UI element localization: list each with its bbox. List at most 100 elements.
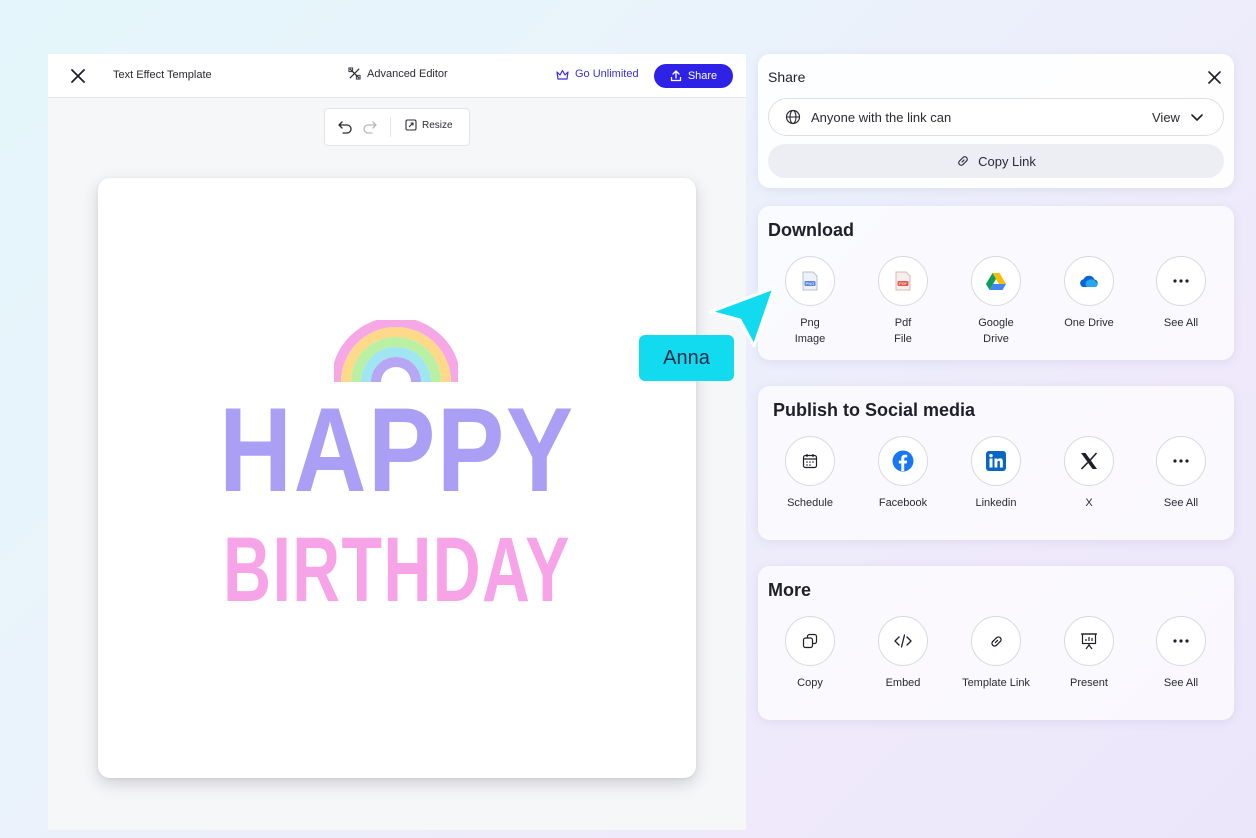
globe-icon	[785, 109, 801, 125]
upload-icon	[670, 70, 681, 82]
download-png-button[interactable]: PNG Png Image	[765, 256, 855, 347]
download-pdf-circle: PDF	[878, 256, 928, 306]
social-panel: Publish to Social media Schedule Faceboo…	[758, 386, 1234, 540]
present-icon	[1081, 633, 1097, 650]
social-see-all-circle	[1156, 436, 1206, 486]
canvas-toolbar: Resize	[324, 108, 470, 146]
rainbow-graphic	[334, 320, 458, 382]
share-panel-title: Share	[768, 69, 806, 85]
google-drive-icon	[986, 273, 1006, 290]
present-circle	[1064, 616, 1114, 666]
advanced-editor-label: Advanced Editor	[367, 67, 448, 80]
onedrive-label: One Drive	[1064, 317, 1114, 329]
resize-label: Resize	[422, 119, 453, 131]
document-title: Text Effect Template	[113, 69, 212, 81]
embed-icon	[894, 634, 912, 648]
linkedin-icon	[986, 451, 1006, 471]
share-button[interactable]: Share	[654, 64, 733, 88]
share-button-label: Share	[687, 70, 718, 82]
calendar-icon	[802, 454, 818, 469]
link-icon	[958, 156, 968, 166]
linkedin-circle	[971, 436, 1021, 486]
social-see-all-label: See All	[1163, 497, 1199, 509]
resize-icon	[405, 119, 417, 131]
more-icon	[1173, 459, 1189, 463]
facebook-circle	[878, 436, 928, 486]
copy-link-button[interactable]: Copy Link	[768, 144, 1224, 178]
download-pdf-button[interactable]: PDF Pdf File	[858, 256, 948, 347]
close-editor-button[interactable]	[68, 66, 88, 86]
x-icon	[1080, 452, 1098, 470]
template-link-circle	[971, 616, 1021, 666]
advanced-editor-button[interactable]: Advanced Editor	[348, 67, 448, 80]
template-link-button[interactable]: Template Link	[951, 616, 1041, 691]
schedule-button[interactable]: Schedule	[765, 436, 855, 511]
close-share-button[interactable]	[1205, 68, 1223, 86]
go-unlimited-button[interactable]: Go Unlimited	[556, 68, 639, 80]
download-png-label: Png Image	[794, 317, 826, 345]
more-icon	[1173, 279, 1189, 283]
tools-icon	[348, 67, 361, 80]
embed-button[interactable]: Embed	[858, 616, 948, 691]
link-access-dropdown[interactable]: Anyone with the link can View	[768, 98, 1224, 136]
onedrive-button[interactable]: One Drive	[1044, 256, 1134, 331]
copy-label: Copy	[797, 677, 823, 689]
happy-text[interactable]: HAPPY	[146, 390, 648, 510]
onedrive-icon	[1080, 275, 1098, 287]
social-title: Publish to Social media	[773, 400, 976, 420]
schedule-label: Schedule	[787, 497, 833, 509]
close-icon	[71, 69, 85, 83]
facebook-icon	[892, 450, 914, 472]
embed-label: Embed	[885, 677, 921, 689]
copy-icon	[802, 633, 818, 649]
resize-button[interactable]: Resize	[405, 119, 453, 131]
link-access-label: Anyone with the link can	[811, 110, 952, 125]
more-see-all-button[interactable]: See All	[1136, 616, 1226, 691]
schedule-circle	[785, 436, 835, 486]
link-permission-value: View	[1152, 110, 1180, 125]
more-panel: More Copy Embed Template Link Present Se…	[758, 566, 1234, 720]
link-icon	[990, 635, 1002, 647]
undo-button[interactable]	[335, 117, 355, 137]
more-icon	[1173, 639, 1189, 643]
copy-circle	[785, 616, 835, 666]
pdf-file-icon: PDF	[895, 271, 911, 291]
share-panel: Share Anyone with the link can View Copy…	[758, 54, 1234, 188]
onedrive-circle	[1064, 256, 1114, 306]
copy-link-label: Copy Link	[978, 153, 1036, 169]
x-circle	[1064, 436, 1114, 486]
facebook-label: Facebook	[878, 497, 928, 509]
birthday-text[interactable]: BIRTHDAY	[182, 524, 613, 616]
social-see-all-button[interactable]: See All	[1136, 436, 1226, 511]
more-see-all-circle	[1156, 616, 1206, 666]
google-drive-circle	[971, 256, 1021, 306]
png-file-icon: PNG	[802, 271, 818, 291]
editor-window: Text Effect Template Advanced Editor Go …	[48, 54, 746, 830]
svg-text:PNG: PNG	[806, 281, 815, 286]
download-title: Download	[768, 220, 854, 240]
download-png-circle: PNG	[785, 256, 835, 306]
download-see-all-circle	[1156, 256, 1206, 306]
go-unlimited-label: Go Unlimited	[575, 68, 639, 80]
crown-icon	[556, 69, 569, 80]
undo-icon	[338, 121, 352, 134]
redo-button[interactable]	[360, 117, 380, 137]
x-button[interactable]: X	[1044, 436, 1134, 511]
google-drive-button[interactable]: Google Drive	[951, 256, 1041, 347]
download-see-all-button[interactable]: See All	[1136, 256, 1226, 331]
present-button[interactable]: Present	[1044, 616, 1134, 691]
template-link-label: Template Link	[962, 677, 1030, 689]
design-canvas[interactable]: HAPPY BIRTHDAY	[98, 178, 696, 778]
x-label: X	[1085, 497, 1093, 509]
copy-button[interactable]: Copy	[765, 616, 855, 691]
present-label: Present	[1070, 677, 1108, 689]
redo-icon	[363, 121, 377, 134]
more-title: More	[768, 580, 812, 600]
google-drive-label: Google Drive	[978, 317, 1014, 345]
facebook-button[interactable]: Facebook	[858, 436, 948, 511]
close-icon	[1207, 70, 1221, 84]
download-see-all-label: See All	[1163, 317, 1199, 329]
linkedin-button[interactable]: Linkedin	[951, 436, 1041, 511]
download-pdf-label: Pdf File	[894, 317, 912, 345]
svg-text:PDF: PDF	[899, 281, 908, 286]
